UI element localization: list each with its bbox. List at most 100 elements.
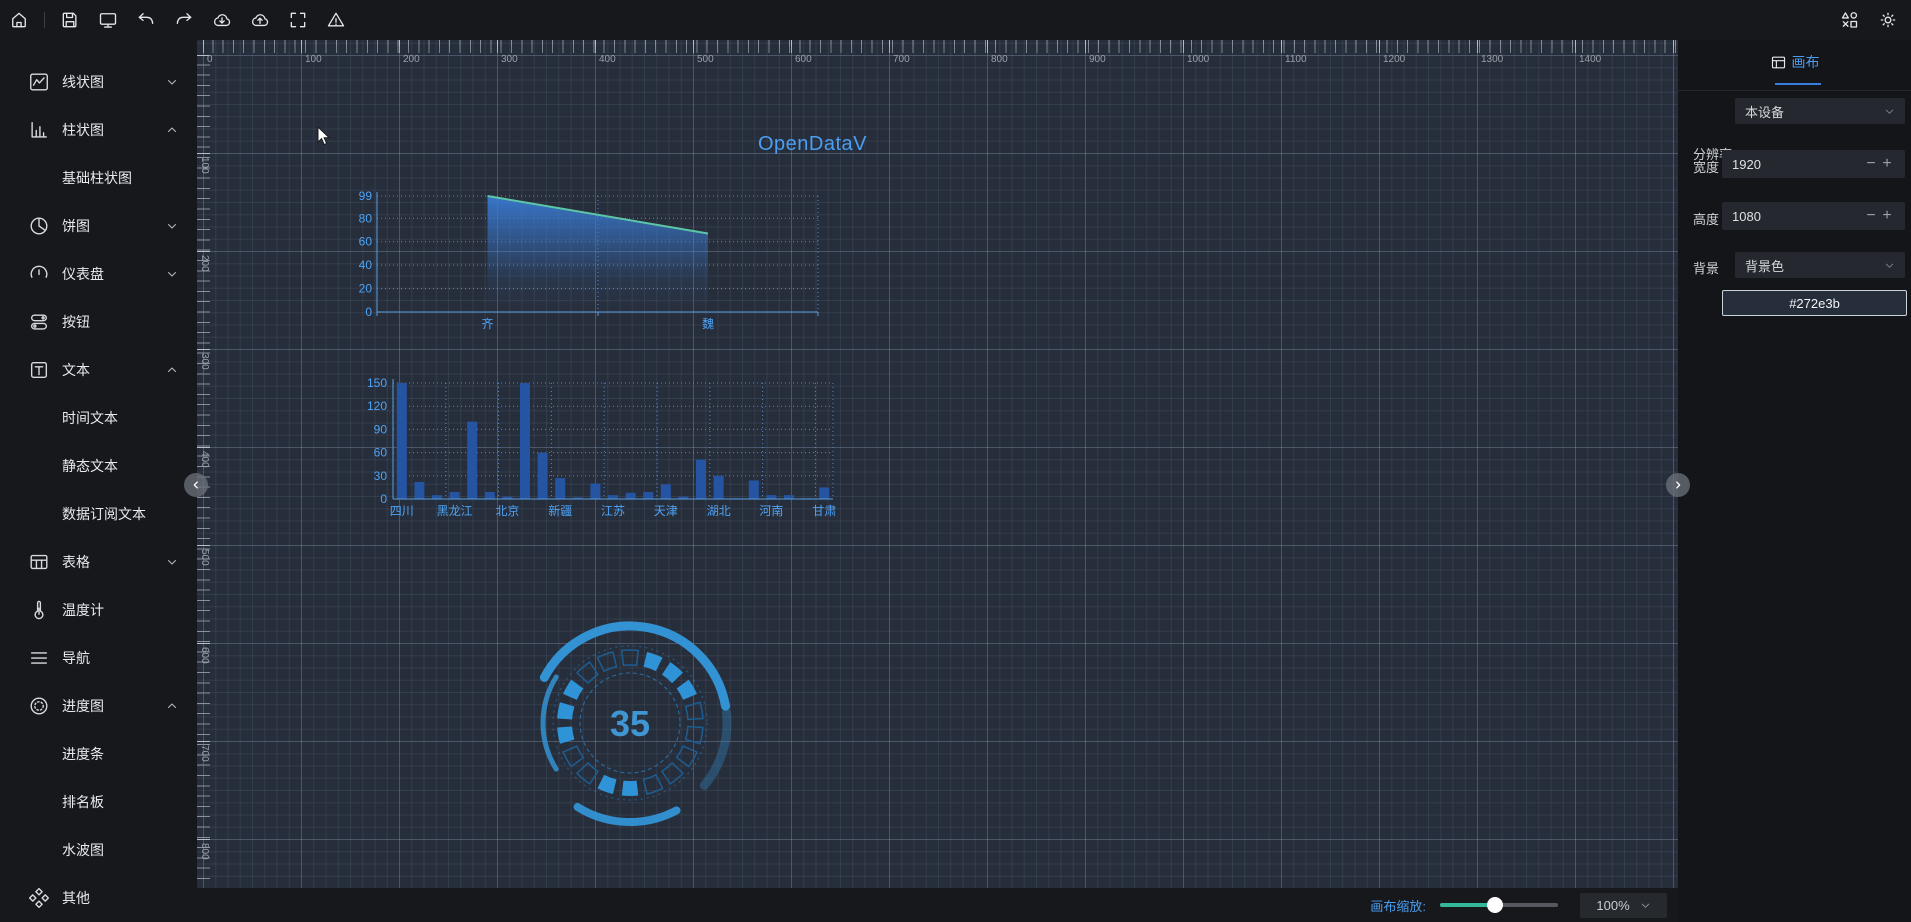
slider-thumb[interactable] (1487, 897, 1503, 913)
sidebar-subitem-label: 进度条 (62, 744, 104, 764)
download-icon[interactable] (203, 0, 241, 40)
h-ruler-label: 1400 (1579, 54, 1601, 65)
text-icon (28, 359, 50, 381)
sidebar-item-4[interactable]: 按钮 (0, 298, 197, 346)
width-input[interactable]: 1920 − + (1722, 150, 1905, 178)
background-color-swatch[interactable]: #272e3b (1722, 290, 1907, 316)
collapse-right-panel-button[interactable] (1666, 473, 1690, 497)
sidebar-item-0[interactable]: 线状图 (0, 58, 197, 106)
settings-panel: 画布 分辨率 本设备 宽度 1920 − + 高度 1080 − + 背景 背景… (1678, 40, 1911, 922)
sidebar-subitem-label: 静态文本 (62, 456, 118, 476)
height-plus-button[interactable]: + (1879, 207, 1895, 225)
zoom-percent-select[interactable]: 100% (1580, 893, 1667, 918)
sidebar-item-9[interactable]: 进度图 (0, 682, 197, 730)
h-ruler-label: 900 (1089, 54, 1106, 65)
sidebar-subitem[interactable]: 基础柱状图 (0, 154, 197, 202)
svg-text:40: 40 (359, 258, 373, 272)
sidebar-subitem-label: 基础柱状图 (62, 168, 132, 188)
sidebar-item-2[interactable]: 饼图 (0, 202, 197, 250)
undo-icon[interactable] (127, 0, 165, 40)
components-icon[interactable] (1831, 0, 1869, 40)
collapse-left-panel-button[interactable] (184, 473, 208, 497)
canvas-title-text[interactable]: OpenDataV (758, 133, 867, 156)
sidebar-subitem-label: 水波图 (62, 840, 104, 860)
svg-text:甘肃: 甘肃 (812, 504, 836, 518)
area-chart[interactable]: 02040608099齐魏 (337, 185, 837, 340)
sidebar-subitem[interactable]: 时间文本 (0, 394, 197, 442)
svg-text:新疆: 新疆 (548, 503, 572, 518)
fullscreen-icon[interactable] (279, 0, 317, 40)
tab-canvas-label: 画布 (1792, 52, 1820, 72)
canvas-zoom-slider[interactable] (1440, 903, 1558, 907)
sidebar-item-8[interactable]: 导航 (0, 634, 197, 682)
svg-text:120: 120 (367, 399, 387, 413)
bar-chart-icon (28, 119, 50, 141)
tab-underline (1775, 83, 1821, 85)
background-select[interactable]: 背景色 (1735, 252, 1905, 278)
svg-text:99: 99 (359, 189, 373, 203)
width-label: 宽度 (1693, 157, 1719, 176)
h-ruler-label: 1000 (1187, 54, 1209, 65)
home-icon[interactable] (0, 0, 38, 40)
redo-icon[interactable] (165, 0, 203, 40)
sidebar-item-label: 其他 (62, 888, 90, 908)
svg-text:河南: 河南 (759, 503, 783, 518)
sidebar-subitem[interactable]: 进度条 (0, 730, 197, 778)
svg-text:黑龙江: 黑龙江 (437, 504, 473, 518)
svg-text:湖北: 湖北 (707, 503, 731, 518)
panel-divider (1678, 90, 1911, 91)
height-input[interactable]: 1080 − + (1722, 202, 1905, 230)
sidebar-subitem[interactable]: 静态文本 (0, 442, 197, 490)
sidebar-item-label: 文本 (62, 360, 90, 380)
sidebar-item-label: 按钮 (62, 312, 90, 332)
v-ruler-label: 200 (199, 255, 210, 272)
width-value: 1920 (1732, 157, 1863, 172)
svg-text:90: 90 (374, 422, 388, 436)
warning-icon[interactable] (317, 0, 355, 40)
v-ruler-label: 500 (199, 549, 210, 566)
resolution-value: 本设备 (1745, 102, 1884, 121)
sidebar-item-label: 柱状图 (62, 120, 104, 140)
height-minus-button[interactable]: − (1863, 207, 1879, 225)
theme-icon[interactable] (1869, 0, 1907, 40)
sidebar-item-1[interactable]: 柱状图 (0, 106, 197, 154)
chevron-up-icon (166, 124, 178, 136)
sidebar-item-10[interactable]: 其他 (0, 874, 197, 922)
sidebar-subitem[interactable]: 数据订阅文本 (0, 490, 197, 538)
v-ruler-label: 300 (199, 353, 210, 370)
sidebar-subitem-label: 数据订阅文本 (62, 504, 146, 524)
background-label: 背景 (1693, 258, 1719, 277)
horizontal-ruler (203, 40, 1678, 53)
svg-text:四川: 四川 (390, 504, 414, 518)
pie-chart-icon (28, 215, 50, 237)
design-canvas[interactable]: 0100200300400500600700800900100011001200… (197, 40, 1678, 888)
vertical-ruler (197, 55, 210, 888)
h-ruler-label: 100 (305, 54, 322, 65)
svg-text:60: 60 (374, 446, 388, 460)
upload-icon[interactable] (241, 0, 279, 40)
gauge-value: 35 (610, 703, 650, 744)
bar-chart[interactable]: 0306090120150四川黑龙江北京新疆江苏天津湖北河南甘肃 (357, 375, 857, 525)
width-minus-button[interactable]: − (1863, 155, 1879, 173)
sidebar-item-5[interactable]: 文本 (0, 346, 197, 394)
component-sidebar: 线状图柱状图基础柱状图饼图仪表盘按钮文本时间文本静态文本数据订阅文本表格温度计导… (0, 40, 197, 922)
canvas-tab-icon (1770, 54, 1787, 71)
width-plus-button[interactable]: + (1879, 155, 1895, 173)
sidebar-subitem[interactable]: 水波图 (0, 826, 197, 874)
progress-gauge[interactable]: 35 (520, 613, 740, 833)
sidebar-item-label: 进度图 (62, 696, 104, 716)
sidebar-item-3[interactable]: 仪表盘 (0, 250, 197, 298)
h-ruler-label: 200 (403, 54, 420, 65)
preview-icon[interactable] (89, 0, 127, 40)
save-icon[interactable] (51, 0, 89, 40)
h-ruler-label: 800 (991, 54, 1008, 65)
progress-icon (28, 695, 50, 717)
sidebar-item-6[interactable]: 表格 (0, 538, 197, 586)
resolution-select[interactable]: 本设备 (1735, 98, 1905, 124)
tab-canvas[interactable]: 画布 (1678, 40, 1911, 84)
h-ruler-label: 1100 (1285, 54, 1307, 65)
sidebar-subitem[interactable]: 排名板 (0, 778, 197, 826)
canvas-bottom-bar: 画布缩放: 100% (197, 888, 1678, 922)
chevron-down-icon (1884, 260, 1895, 271)
sidebar-item-7[interactable]: 温度计 (0, 586, 197, 634)
